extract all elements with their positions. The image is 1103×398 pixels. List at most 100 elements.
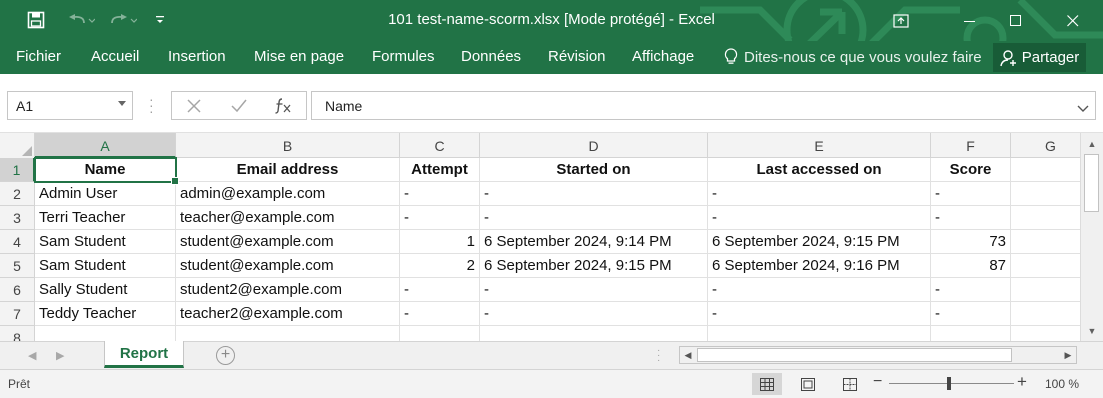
spreadsheet-grid[interactable]: A B C D E F G 1 2 3 4 5 6 7 8 Name Email … [0, 133, 1080, 341]
cell-last-accessed[interactable]: - [708, 182, 931, 206]
cancel-entry-button[interactable] [183, 95, 205, 117]
cell-started[interactable]: - [480, 302, 708, 326]
cell-score[interactable]: - [931, 278, 1011, 302]
name-box[interactable]: A1 [7, 91, 133, 120]
row-header-5[interactable]: 5 [0, 254, 35, 278]
cell-email[interactable]: student@example.com [176, 254, 400, 278]
page-layout-view-button[interactable] [793, 373, 823, 395]
cell-last-accessed[interactable]: - [708, 206, 931, 230]
cell-empty[interactable] [931, 326, 1011, 341]
cell-last-accessed[interactable]: - [708, 278, 931, 302]
row-header-3[interactable]: 3 [0, 206, 35, 230]
cell-score[interactable]: - [931, 206, 1011, 230]
cell-empty[interactable] [1011, 230, 1080, 254]
expand-formula-bar-button[interactable] [1077, 100, 1089, 116]
tab-fichier[interactable]: Fichier [16, 48, 61, 65]
header-cell-score[interactable]: Score [931, 158, 1011, 182]
cell-attempt[interactable]: 2 [400, 254, 480, 278]
column-header-g[interactable]: G [1011, 133, 1080, 158]
vertical-scrollbar[interactable]: ▲ ▼ [1080, 133, 1103, 341]
cell-empty[interactable] [1011, 206, 1080, 230]
cell-score[interactable]: - [931, 182, 1011, 206]
column-header-c[interactable]: C [400, 133, 480, 158]
cell-name[interactable]: Sally Student [35, 278, 176, 302]
scroll-down-button[interactable]: ▼ [1085, 324, 1099, 338]
header-cell-started[interactable]: Started on [480, 158, 708, 182]
cell-started[interactable]: 6 September 2024, 9:14 PM [480, 230, 708, 254]
zoom-in-button[interactable]: + [1017, 372, 1027, 392]
vertical-scroll-thumb[interactable] [1084, 154, 1099, 212]
scroll-up-button[interactable]: ▲ [1085, 137, 1099, 151]
add-sheet-button[interactable]: + [216, 346, 235, 365]
row-header-2[interactable]: 2 [0, 182, 35, 206]
cell-empty[interactable] [35, 326, 176, 341]
zoom-out-button[interactable]: − [873, 373, 882, 391]
row-header-7[interactable]: 7 [0, 302, 35, 326]
cell-empty[interactable] [1011, 254, 1080, 278]
cell-name[interactable]: Terri Teacher [35, 206, 176, 230]
cell-empty[interactable] [708, 326, 931, 341]
cell-last-accessed[interactable]: - [708, 302, 931, 326]
cell-started[interactable]: - [480, 278, 708, 302]
cell-name[interactable]: Sam Student [35, 230, 176, 254]
sheet-tab-report[interactable]: Report [104, 341, 184, 368]
cell-email[interactable]: student2@example.com [176, 278, 400, 302]
tab-insertion[interactable]: Insertion [168, 48, 226, 65]
cell-name[interactable]: Admin User [35, 182, 176, 206]
normal-view-button[interactable] [752, 373, 782, 395]
cell-email[interactable]: teacher2@example.com [176, 302, 400, 326]
column-header-f[interactable]: F [931, 133, 1011, 158]
scroll-right-button[interactable]: ▶ [1061, 349, 1075, 361]
scroll-left-button[interactable]: ◀ [681, 349, 695, 361]
cell-attempt[interactable]: 1 [400, 230, 480, 254]
row-header-6[interactable]: 6 [0, 278, 35, 302]
ribbon-display-button[interactable] [878, 0, 924, 41]
cell-started[interactable]: - [480, 182, 708, 206]
cell-attempt[interactable]: - [400, 206, 480, 230]
row-header-4[interactable]: 4 [0, 230, 35, 254]
minimize-button[interactable] [947, 0, 993, 41]
cell-empty[interactable] [1011, 158, 1080, 182]
tell-me-search[interactable]: Dites-nous ce que vous voulez faire [724, 48, 982, 66]
cell-empty[interactable] [1011, 182, 1080, 206]
header-cell-last-accessed[interactable]: Last accessed on [708, 158, 931, 182]
tab-mise-en-page[interactable]: Mise en page [254, 48, 344, 65]
select-all-corner[interactable] [0, 133, 35, 158]
cell-attempt[interactable]: - [400, 182, 480, 206]
header-cell-name[interactable]: Name [35, 158, 176, 182]
horizontal-scroll-thumb[interactable] [697, 348, 1012, 362]
header-cell-email[interactable]: Email address [176, 158, 400, 182]
next-sheet-button[interactable]: ▶ [56, 349, 64, 362]
row-header-1[interactable]: 1 [0, 158, 35, 182]
column-header-b[interactable]: B [176, 133, 400, 158]
cell-score[interactable]: 87 [931, 254, 1011, 278]
formula-input[interactable]: Name [311, 91, 1096, 120]
cell-email[interactable]: student@example.com [176, 230, 400, 254]
header-cell-attempt[interactable]: Attempt [400, 158, 480, 182]
horizontal-scrollbar[interactable]: ◀ ▶ [679, 346, 1077, 364]
cell-last-accessed[interactable]: 6 September 2024, 9:15 PM [708, 230, 931, 254]
share-button[interactable]: Partager [993, 43, 1086, 72]
column-header-d[interactable]: D [480, 133, 708, 158]
cell-empty[interactable] [176, 326, 400, 341]
tab-accueil[interactable]: Accueil [91, 48, 139, 65]
confirm-entry-button[interactable] [228, 95, 250, 117]
cell-started[interactable]: 6 September 2024, 9:15 PM [480, 254, 708, 278]
cell-last-accessed[interactable]: 6 September 2024, 9:16 PM [708, 254, 931, 278]
cell-score[interactable]: 73 [931, 230, 1011, 254]
tab-donnees[interactable]: Données [461, 48, 521, 65]
split-handle-icon[interactable]: · · · [657, 346, 660, 366]
cell-started[interactable]: - [480, 206, 708, 230]
column-header-e[interactable]: E [708, 133, 931, 158]
row-header-8[interactable]: 8 [0, 326, 35, 341]
prev-sheet-button[interactable]: ◀ [28, 349, 36, 362]
cell-name[interactable]: Sam Student [35, 254, 176, 278]
cell-empty[interactable] [1011, 278, 1080, 302]
cell-empty[interactable] [1011, 326, 1080, 341]
cell-score[interactable]: - [931, 302, 1011, 326]
cell-empty[interactable] [400, 326, 480, 341]
close-button[interactable] [1050, 0, 1096, 41]
cell-email[interactable]: teacher@example.com [176, 206, 400, 230]
cell-name[interactable]: Teddy Teacher [35, 302, 176, 326]
tab-formules[interactable]: Formules [372, 48, 435, 65]
